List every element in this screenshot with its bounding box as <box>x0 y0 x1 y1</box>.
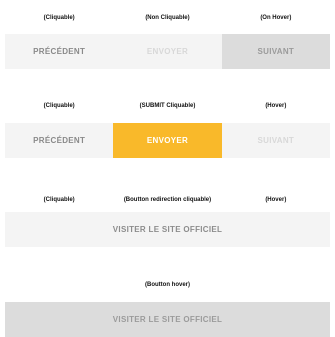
caption-non-cliquable: (Non Cliquable) <box>145 15 190 21</box>
suivant-button-hover[interactable]: SUIVANT <box>221 34 330 69</box>
caption-on-hover: (On Hover) <box>260 15 292 21</box>
envoyer-submit-button[interactable]: ENVOYER <box>113 123 222 158</box>
visit-official-site-button[interactable]: VISITER LE SITE OFFICIEL <box>5 212 330 247</box>
row2-captions: (Cliquable) (SUBMIT Cliquable) (Hover) <box>5 103 330 109</box>
envoyer-button-disabled: ENVOYER <box>113 34 222 69</box>
caption-cliquable: (Cliquable) <box>43 15 75 21</box>
row1-buttons: PRÉCÉDENT ENVOYER SUIVANT <box>5 34 330 69</box>
visit-official-site-button-hover[interactable]: VISITER LE SITE OFFICIEL <box>5 302 330 337</box>
caption-cliquable: (Cliquable) <box>43 197 75 203</box>
caption-hover: (Hover) <box>265 103 287 109</box>
caption-hover: (Hover) <box>265 197 287 203</box>
suivant-button-disabled: SUIVANT <box>221 123 330 158</box>
row1-captions: (Cliquable) (Non Cliquable) (On Hover) <box>5 15 330 21</box>
row2-buttons: PRÉCÉDENT ENVOYER SUIVANT <box>5 123 330 158</box>
caption-cliquable: (Cliquable) <box>43 103 75 109</box>
caption-redirection: (Boutton redirection cliquable) <box>123 197 212 203</box>
row3-captions: (Cliquable) (Boutton redirection cliquab… <box>5 197 330 203</box>
precedent-button[interactable]: PRÉCÉDENT <box>5 34 114 69</box>
caption-boutton-hover: (Boutton hover) <box>145 282 190 288</box>
caption-submit-cliquable: (SUBMIT Cliquable) <box>139 103 196 109</box>
precedent-button[interactable]: PRÉCÉDENT <box>5 123 114 158</box>
